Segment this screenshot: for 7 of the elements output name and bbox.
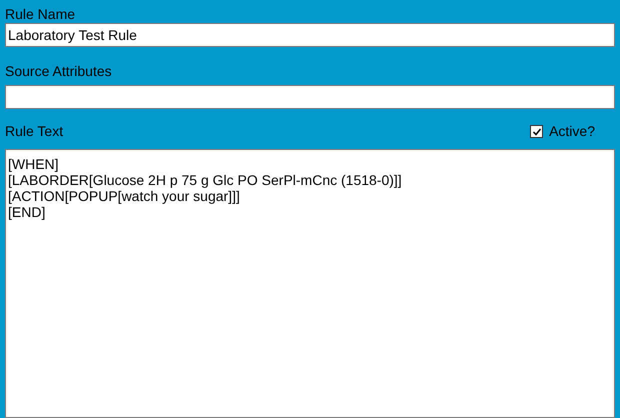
- rule-name-field[interactable]: Laboratory Test Rule: [5, 23, 615, 47]
- active-checkbox[interactable]: Active?: [530, 121, 595, 142]
- field-label: Rule Text: [5, 122, 64, 141]
- field-label: Rule Name: [5, 6, 76, 22]
- source-attributes-field[interactable]: [5, 85, 615, 109]
- rule-text-field[interactable]: [WHEN] [LABORDER[Glucose 2H p 75 g Glc PO SerPl-mCnc (1518-0)]] [ACTION[POPUP[watch your sugar]]] [END]: [5, 149, 615, 418]
- field-label: Source Attributes: [5, 63, 112, 79]
